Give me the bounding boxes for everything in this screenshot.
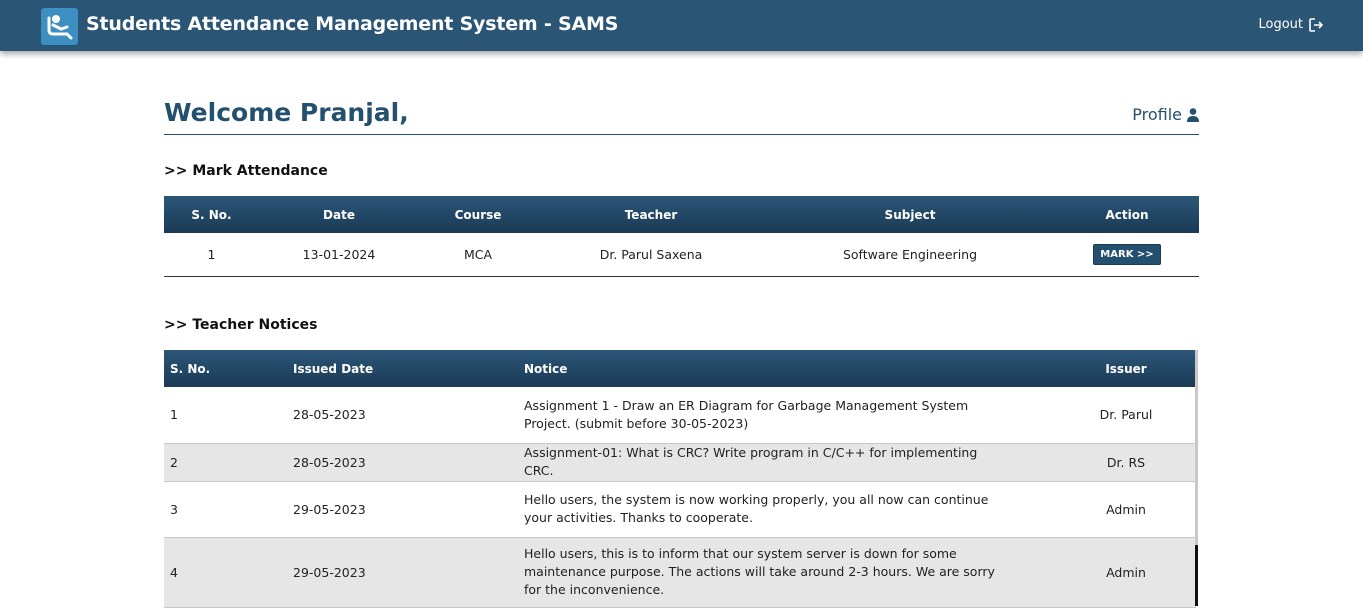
cell-date: 28-05-2023 [287,443,518,482]
cell-sno: 2 [164,443,287,482]
attendance-header-row: S. No. Date Course Teacher Subject Actio… [164,196,1199,233]
top-navbar: Students Attendance Management System - … [0,0,1363,51]
mark-button[interactable]: MARK >> [1093,243,1161,265]
teacher-notices-title: >> Teacher Notices [164,317,318,333]
profile-link[interactable]: Profile [1132,105,1199,124]
col-action: Action [1105,207,1149,222]
notices-table: S. No. Issued Date Notice Issuer 1 28-05… [164,350,1196,608]
sign-out-icon [1309,17,1323,32]
student-desk-icon[interactable] [41,8,78,45]
cell-notice: Hello users, the system is now working p… [518,481,1050,538]
col-sno: S. No. [170,361,211,376]
attendance-table: S. No. Date Course Teacher Subject Actio… [164,196,1199,277]
profile-label: Profile [1132,105,1182,124]
cell-action: MARK >> [1055,233,1199,277]
col-teacher: Teacher [624,207,678,222]
welcome-heading: Welcome Pranjal, [164,98,409,127]
cell-teacher: Dr. Parul Saxena [537,233,765,277]
col-issuer: Issuer [1105,361,1147,376]
table-row: 1 28-05-2023 Assignment 1 - Draw an ER D… [164,387,1196,444]
cell-sno: 1 [164,387,287,444]
welcome-divider [164,134,1199,135]
col-notice: Notice [524,361,568,376]
notices-header-row: S. No. Issued Date Notice Issuer [164,350,1196,387]
cell-notice: Assignment 1 - Draw an ER Diagram for Ga… [518,387,1050,444]
table-row: 2 28-05-2023 Assignment-01: What is CRC?… [164,443,1196,482]
cell-sno: 4 [164,537,287,608]
user-icon [1187,107,1199,122]
col-subject: Subject [884,207,936,222]
table-row: 3 29-05-2023 Hello users, the system is … [164,481,1196,538]
logout-link[interactable]: Logout [1258,17,1323,32]
cell-subject: Software Engineering [765,233,1055,277]
cell-date: 29-05-2023 [287,537,518,608]
cell-notice: Assignment-01: What is CRC? Write progra… [518,443,1050,482]
cell-sno: 3 [164,481,287,538]
scrollbar-thumb[interactable] [1195,545,1198,606]
cell-date: 28-05-2023 [287,387,518,444]
cell-issuer: Admin [1050,537,1196,608]
cell-notice: Hello users, this is to inform that our … [518,537,1050,608]
logout-label: Logout [1258,17,1303,32]
col-issued-date: Issued Date [293,361,374,376]
cell-issuer: Dr. Parul [1050,387,1196,444]
app-title: Students Attendance Management System - … [86,13,619,35]
cell-sno: 1 [164,233,259,277]
cell-date: 13-01-2024 [259,233,419,277]
col-date: Date [323,207,355,222]
cell-course: MCA [419,233,537,277]
table-row: 4 29-05-2023 Hello users, this is to inf… [164,537,1196,608]
cell-issuer: Dr. RS [1050,443,1196,482]
cell-issuer: Admin [1050,481,1196,538]
table-row: 1 13-01-2024 MCA Dr. Parul Saxena Softwa… [164,233,1199,277]
cell-date: 29-05-2023 [287,481,518,538]
col-sno: S. No. [191,207,232,222]
notices-scrollbar[interactable] [1195,350,1198,606]
mark-attendance-title: >> Mark Attendance [164,163,328,179]
col-course: Course [454,207,502,222]
